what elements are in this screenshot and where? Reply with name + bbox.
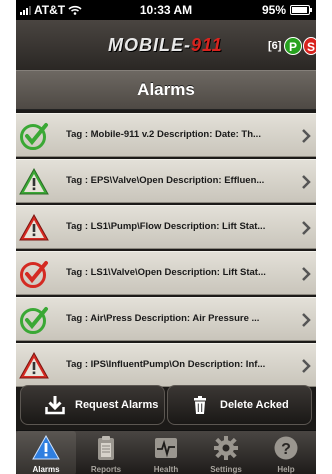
tab-label: Health (153, 465, 179, 474)
delete-acked-label: Delete Acked (220, 399, 289, 411)
status-bar: AT&T 10:33 AM 95% (16, 0, 316, 20)
red-warning-triangle-icon (19, 351, 49, 381)
p-status-badge[interactable]: P (284, 37, 302, 55)
tab-reports[interactable]: Reports (76, 431, 136, 474)
tab-label: Alarms (32, 465, 60, 474)
green-check-icon (19, 305, 49, 335)
tab-label: Help (277, 465, 295, 474)
battery-icon (290, 5, 312, 15)
battery-percent: 95% (261, 3, 286, 17)
alarm-text: Tag : IPS\InfluentPump\On Description: I… (66, 359, 266, 370)
tab-alarms[interactable]: Alarms (16, 431, 76, 474)
tab-health[interactable]: Health (136, 431, 196, 474)
help-icon: ? (272, 435, 300, 461)
app-frame: AT&T 10:33 AM 95% MOBILE-911 [6] P S Ala… (16, 0, 316, 474)
alarm-count: [6] (268, 40, 282, 52)
download-icon (45, 396, 65, 415)
red-check-icon (19, 259, 49, 289)
chevron-right-icon (302, 359, 311, 373)
tab-label: Settings (210, 465, 242, 474)
alarm-row[interactable]: Tag : Air\Press Description: Air Pressur… (16, 297, 316, 341)
alarm-triangle-icon (32, 434, 60, 461)
chevron-right-icon (302, 221, 311, 235)
tab-label: Reports (90, 465, 122, 474)
delete-acked-button[interactable]: Delete Acked (167, 385, 312, 425)
alarm-list: Tag : Mobile-911 v.2 Description: Date: … (16, 113, 316, 389)
chevron-right-icon (302, 129, 311, 143)
heartbeat-icon (152, 435, 180, 461)
alarm-text: Tag : Air\Press Description: Air Pressur… (66, 313, 260, 324)
brand-bar: MOBILE-911 [6] P S (16, 20, 316, 70)
clipboard-icon (92, 435, 120, 461)
alarm-row[interactable]: Tag : IPS\InfluentPump\On Description: I… (16, 343, 316, 387)
s-status-badge[interactable]: S (303, 37, 316, 55)
alarm-row[interactable]: Tag : Mobile-911 v.2 Description: Date: … (16, 113, 316, 157)
alarm-row[interactable]: Tag : EPS\Valve\Open Description: Efflue… (16, 159, 316, 203)
title-bar: Alarms (16, 70, 316, 110)
alarm-text: Tag : Mobile-911 v.2 Description: Date: … (66, 129, 261, 140)
alarm-text: Tag : LS1\Pump\Flow Description: Lift St… (66, 221, 266, 232)
green-check-icon (19, 121, 49, 151)
chevron-right-icon (302, 175, 311, 189)
gear-icon (212, 435, 240, 461)
svg-text:?: ? (281, 441, 291, 458)
action-bar: Request Alarms Delete Acked (16, 385, 316, 427)
tab-bar: Alarms Reports Health Settings? Help (16, 430, 316, 474)
battery-indicator: 95% (261, 3, 312, 17)
tab-help[interactable]: ? Help (256, 431, 316, 474)
alarm-row[interactable]: Tag : LS1\Valve\Open Description: Lift S… (16, 251, 316, 295)
app-logo: MOBILE-911 (108, 35, 223, 55)
alarm-text: Tag : LS1\Valve\Open Description: Lift S… (66, 267, 266, 278)
tab-settings[interactable]: Settings (196, 431, 256, 474)
trash-icon (194, 396, 206, 414)
chevron-right-icon (302, 313, 311, 327)
request-alarms-button[interactable]: Request Alarms (20, 385, 165, 425)
request-alarms-label: Request Alarms (75, 399, 159, 411)
alarm-text: Tag : EPS\Valve\Open Description: Efflue… (66, 175, 265, 186)
alarm-row[interactable]: Tag : LS1\Pump\Flow Description: Lift St… (16, 205, 316, 249)
green-warning-triangle-icon (19, 167, 49, 197)
chevron-right-icon (302, 267, 311, 281)
page-title: Alarms (137, 80, 195, 99)
red-warning-triangle-icon (19, 213, 49, 243)
